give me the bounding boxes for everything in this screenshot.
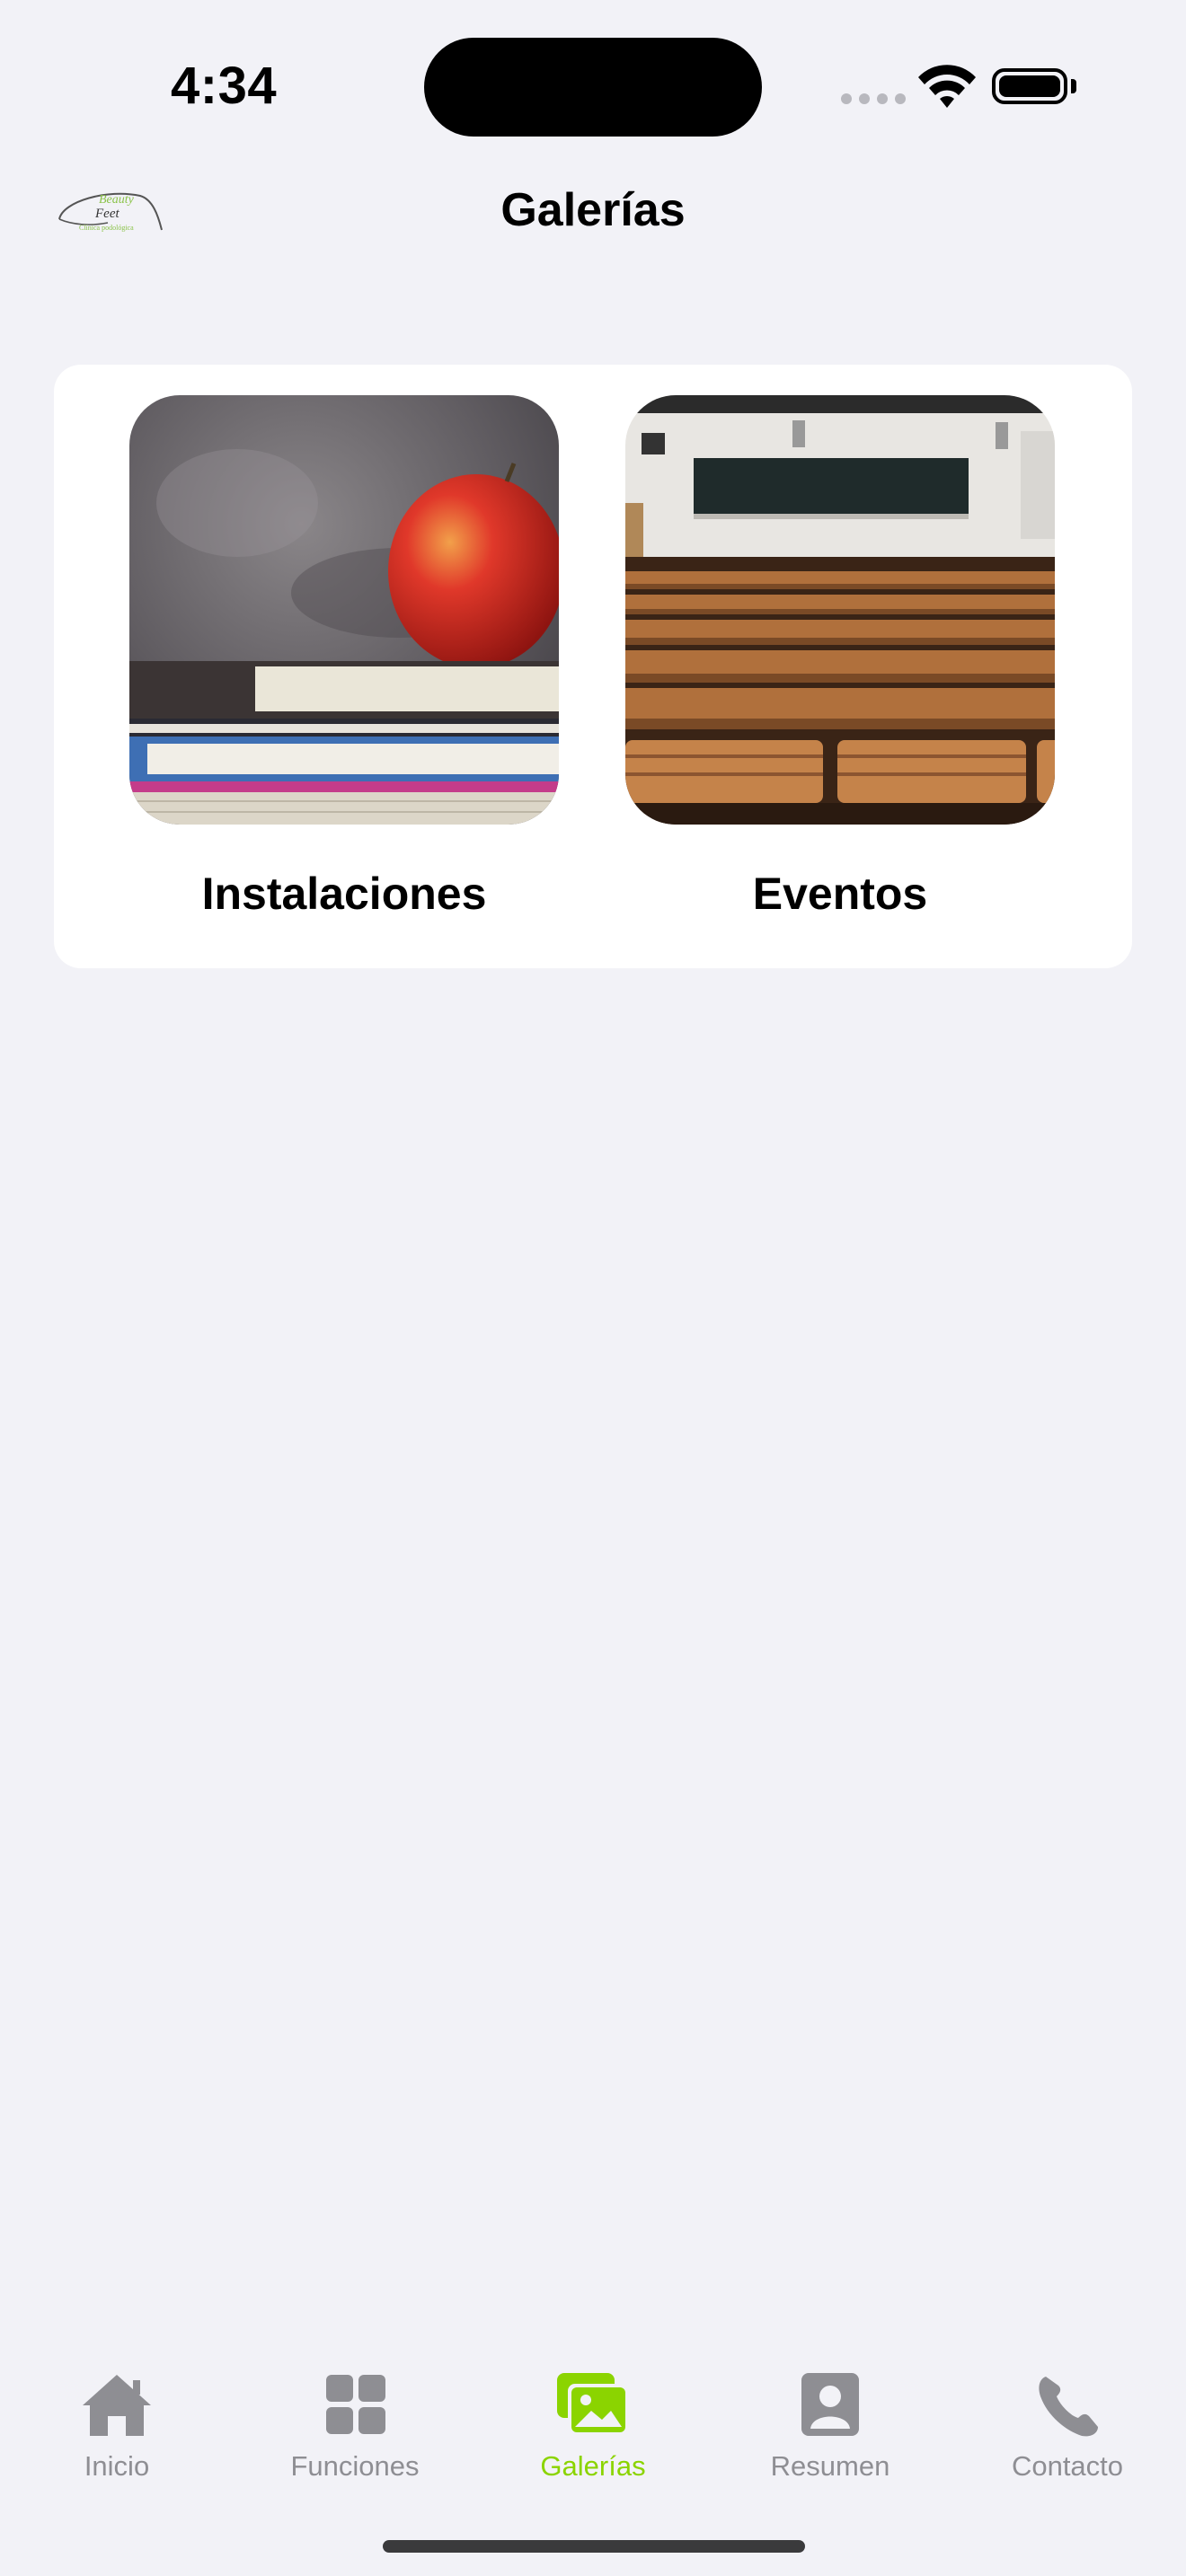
battery-tip [1071,79,1076,93]
gallery-card: Instalaciones Eventos [54,365,1132,968]
tab-resumen-label: Resumen [770,2450,890,2482]
eventos-thumbnail[interactable] [625,395,1055,825]
tab-inicio[interactable]: Inicio [18,2371,216,2483]
tab-funciones[interactable]: Funciones [256,2371,454,2483]
gallery-item-instalaciones[interactable]: Instalaciones [129,395,559,920]
instalaciones-thumbnail[interactable] [129,395,559,825]
battery-icon [992,68,1067,104]
gallery-item-eventos[interactable]: Eventos [625,395,1055,920]
instalaciones-label: Instalaciones [201,869,487,919]
tab-resumen[interactable]: Resumen [731,2371,929,2483]
tab-galerias-label: Galerías [540,2450,646,2482]
eventos-label: Eventos [752,869,928,919]
tab-contacto-label: Contacto [1011,2450,1124,2482]
tab-bar: Inicio Funciones Galerías Resumen Contac… [0,2353,1186,2488]
tab-funciones-label: Funciones [290,2450,420,2482]
phone-icon [1039,2377,1098,2437]
person-card-icon [801,2373,859,2436]
grid-icon [326,2375,385,2434]
home-indicator[interactable] [383,2540,805,2553]
house-icon [83,2375,151,2436]
tab-contacto[interactable]: Contacto [969,2371,1166,2483]
page-title: Galerías [500,184,686,236]
cellular-signal-icon [841,93,906,104]
dynamic-island [424,38,762,137]
photos-icon [557,2373,629,2436]
wifi-icon [918,65,976,108]
tab-galerias[interactable]: Galerías [494,2371,692,2483]
status-time: 4:34 [171,57,278,115]
tab-inicio-label: Inicio [84,2450,150,2482]
